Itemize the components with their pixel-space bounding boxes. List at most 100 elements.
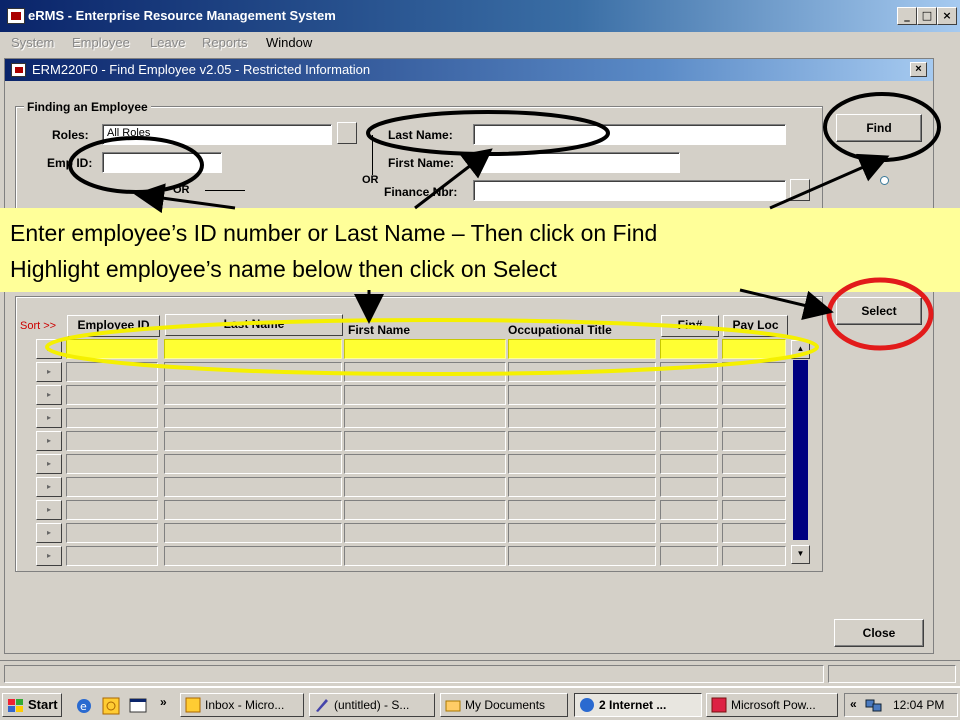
table-cell[interactable]	[722, 339, 786, 359]
table-cell[interactable]	[66, 408, 158, 428]
table-cell[interactable]	[344, 546, 506, 566]
roles-field[interactable]: All Roles	[102, 124, 332, 145]
col-fin[interactable]: Fin#	[661, 315, 719, 337]
maximize-button[interactable]: □	[917, 7, 937, 25]
table-cell[interactable]	[164, 431, 342, 451]
table-cell[interactable]	[66, 477, 158, 497]
table-cell[interactable]	[508, 431, 656, 451]
task-my-documents[interactable]: My Documents	[440, 693, 568, 717]
table-cell[interactable]	[66, 500, 158, 520]
table-cell[interactable]	[344, 523, 506, 543]
col-first-name[interactable]: First Name	[348, 323, 410, 337]
row-indicator-icon[interactable]: ▸	[36, 408, 62, 428]
row-indicator-icon[interactable]: ▸	[36, 431, 62, 451]
quicklaunch-chevron-icon[interactable]: »	[160, 695, 167, 709]
table-cell[interactable]	[344, 339, 506, 359]
table-cell[interactable]	[660, 408, 718, 428]
table-cell[interactable]	[508, 339, 656, 359]
table-cell[interactable]	[722, 362, 786, 382]
row-indicator-icon[interactable]: ▸	[36, 454, 62, 474]
table-cell[interactable]	[660, 431, 718, 451]
table-cell[interactable]	[344, 454, 506, 474]
table-cell[interactable]	[164, 454, 342, 474]
table-cell[interactable]	[164, 408, 342, 428]
task-untitled[interactable]: (untitled) - S...	[309, 693, 435, 717]
table-cell[interactable]	[660, 500, 718, 520]
table-cell[interactable]	[164, 339, 342, 359]
table-cell[interactable]	[660, 362, 718, 382]
finance-lov-button[interactable]	[790, 179, 810, 201]
select-button[interactable]: Select	[836, 297, 922, 325]
start-button[interactable]: Start	[2, 693, 62, 717]
menu-window[interactable]: Window	[266, 35, 312, 50]
menu-system[interactable]: System	[11, 35, 54, 50]
col-pay-loc[interactable]: Pay Loc	[723, 315, 788, 337]
outlook-quicklaunch-icon[interactable]	[102, 697, 120, 715]
table-cell[interactable]	[344, 431, 506, 451]
table-cell[interactable]	[660, 339, 718, 359]
table-cell[interactable]	[722, 431, 786, 451]
task-inbox[interactable]: Inbox - Micro...	[180, 693, 304, 717]
scroll-up-icon[interactable]: ▲	[791, 340, 810, 359]
last-name-field[interactable]	[473, 124, 786, 145]
close-button[interactable]: ×	[937, 7, 957, 25]
table-cell[interactable]	[344, 362, 506, 382]
table-cell[interactable]	[508, 408, 656, 428]
table-cell[interactable]	[164, 500, 342, 520]
roles-lov-button[interactable]	[337, 122, 357, 144]
form-close-button[interactable]: ×	[910, 62, 927, 77]
task-powerpoint[interactable]: Microsoft Pow...	[706, 693, 838, 717]
row-indicator-icon[interactable]: ▸	[36, 385, 62, 405]
table-cell[interactable]	[344, 408, 506, 428]
table-cell[interactable]	[508, 385, 656, 405]
close-form-button[interactable]: Close	[834, 619, 924, 647]
tray-chevron-icon[interactable]: «	[850, 697, 857, 711]
table-cell[interactable]	[508, 523, 656, 543]
table-cell[interactable]	[344, 385, 506, 405]
finance-nbr-field[interactable]	[473, 180, 786, 201]
table-cell[interactable]	[722, 385, 786, 405]
task-internet[interactable]: 2 Internet ...	[574, 693, 702, 717]
table-cell[interactable]	[66, 454, 158, 474]
table-cell[interactable]	[66, 362, 158, 382]
table-cell[interactable]	[164, 362, 342, 382]
table-cell[interactable]	[66, 385, 158, 405]
table-cell[interactable]	[508, 362, 656, 382]
radio-indicator[interactable]	[880, 176, 889, 185]
table-cell[interactable]	[66, 546, 158, 566]
table-cell[interactable]	[660, 523, 718, 543]
table-cell[interactable]	[722, 408, 786, 428]
table-cell[interactable]	[722, 523, 786, 543]
ie-quicklaunch-icon[interactable]: e	[75, 697, 93, 715]
table-cell[interactable]	[660, 385, 718, 405]
table-cell[interactable]	[344, 477, 506, 497]
table-cell[interactable]	[660, 454, 718, 474]
scroll-thumb[interactable]	[793, 360, 808, 540]
network-tray-icon[interactable]	[865, 697, 883, 713]
find-button[interactable]: Find	[836, 114, 922, 142]
table-cell[interactable]	[344, 500, 506, 520]
row-indicator-icon[interactable]: ▸	[36, 339, 62, 359]
table-cell[interactable]	[508, 500, 656, 520]
table-cell[interactable]	[164, 546, 342, 566]
table-cell[interactable]	[66, 523, 158, 543]
desktop-quicklaunch-icon[interactable]	[129, 697, 147, 715]
col-last-name[interactable]: Last Name	[165, 314, 343, 336]
table-cell[interactable]	[722, 546, 786, 566]
menu-leave[interactable]: Leave	[150, 35, 185, 50]
table-cell[interactable]	[722, 500, 786, 520]
minimize-button[interactable]: _	[897, 7, 917, 25]
table-cell[interactable]	[722, 477, 786, 497]
table-cell[interactable]	[164, 523, 342, 543]
row-indicator-icon[interactable]: ▸	[36, 477, 62, 497]
col-occupational-title[interactable]: Occupational Title	[508, 323, 612, 337]
results-scrollbar[interactable]: ▲ ▼	[791, 340, 810, 564]
row-indicator-icon[interactable]: ▸	[36, 500, 62, 520]
first-name-field[interactable]	[473, 152, 680, 173]
table-cell[interactable]	[508, 477, 656, 497]
menu-reports[interactable]: Reports	[202, 35, 248, 50]
row-indicator-icon[interactable]: ▸	[36, 362, 62, 382]
table-cell[interactable]	[164, 385, 342, 405]
table-cell[interactable]	[722, 454, 786, 474]
scroll-down-icon[interactable]: ▼	[791, 545, 810, 564]
